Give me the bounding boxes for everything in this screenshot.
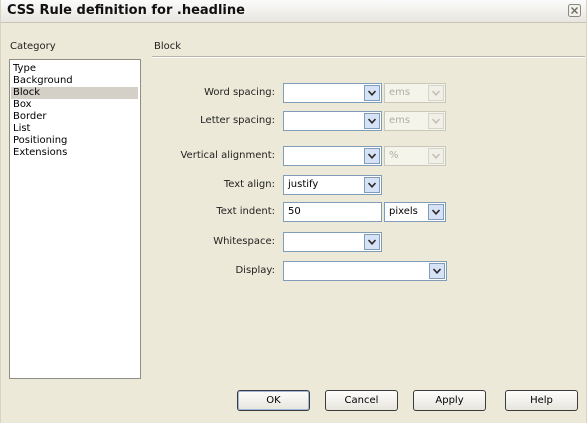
category-item-block[interactable]: Block bbox=[11, 87, 138, 99]
category-item-box[interactable]: Box bbox=[11, 99, 138, 111]
text-align-value: justify bbox=[288, 179, 319, 190]
apply-button[interactable]: Apply bbox=[413, 390, 486, 411]
title-bar[interactable]: CSS Rule definition for .headline bbox=[1, 0, 586, 23]
chevron-down-icon[interactable] bbox=[429, 263, 445, 279]
word-spacing-field[interactable] bbox=[283, 83, 382, 103]
panel-heading: Block bbox=[154, 41, 182, 52]
dialog-title: CSS Rule definition for .headline bbox=[7, 3, 245, 18]
chevron-down-icon bbox=[428, 113, 444, 129]
vertical-alignment-label: Vertical alignment: bbox=[180, 150, 275, 161]
text-align-select[interactable]: justify bbox=[283, 175, 382, 195]
display-label: Display: bbox=[235, 265, 275, 276]
vertical-alignment-unit-select: % bbox=[384, 146, 446, 166]
help-button[interactable]: Help bbox=[505, 390, 578, 411]
display-select[interactable] bbox=[283, 261, 447, 281]
letter-spacing-field[interactable] bbox=[283, 111, 382, 131]
chevron-down-icon[interactable] bbox=[428, 204, 444, 220]
letter-spacing-unit: ems bbox=[389, 115, 411, 126]
letter-spacing-label: Letter spacing: bbox=[200, 115, 275, 126]
text-indent-label: Text indent: bbox=[216, 206, 275, 217]
category-heading: Category bbox=[10, 41, 56, 52]
ok-button[interactable]: OK bbox=[237, 390, 310, 411]
text-align-label: Text align: bbox=[223, 179, 275, 190]
vertical-alignment-unit: % bbox=[389, 150, 399, 161]
whitespace-label: Whitespace: bbox=[213, 236, 275, 247]
word-spacing-unit-select: ems bbox=[384, 83, 446, 103]
category-item-list[interactable]: List bbox=[11, 123, 138, 135]
css-rule-dialog: CSS Rule definition for .headline Catego… bbox=[0, 0, 587, 423]
chevron-down-icon[interactable] bbox=[364, 148, 380, 164]
text-indent-unit: pixels bbox=[389, 206, 418, 217]
word-spacing-label: Word spacing: bbox=[204, 87, 275, 98]
chevron-down-icon[interactable] bbox=[364, 177, 380, 193]
category-item-type[interactable]: Type bbox=[11, 63, 138, 75]
category-item-border[interactable]: Border bbox=[11, 111, 138, 123]
whitespace-select[interactable] bbox=[283, 232, 382, 252]
chevron-down-icon[interactable] bbox=[364, 113, 380, 129]
cancel-button[interactable]: Cancel bbox=[325, 390, 398, 411]
chevron-down-icon[interactable] bbox=[364, 85, 380, 101]
chevron-down-icon bbox=[428, 85, 444, 101]
text-indent-input[interactable]: 50 bbox=[283, 202, 382, 222]
category-list[interactable]: Type Background Block Box Border List Po… bbox=[9, 59, 141, 379]
close-icon[interactable] bbox=[568, 4, 581, 17]
panel-divider bbox=[152, 56, 585, 58]
text-indent-unit-select[interactable]: pixels bbox=[384, 202, 446, 222]
text-indent-value: 50 bbox=[288, 206, 301, 217]
category-item-extensions[interactable]: Extensions bbox=[11, 147, 138, 159]
chevron-down-icon[interactable] bbox=[364, 234, 380, 250]
category-item-background[interactable]: Background bbox=[11, 75, 138, 87]
vertical-alignment-field[interactable] bbox=[283, 146, 382, 166]
letter-spacing-unit-select: ems bbox=[384, 111, 446, 131]
chevron-down-icon bbox=[428, 148, 444, 164]
category-item-positioning[interactable]: Positioning bbox=[11, 135, 138, 147]
word-spacing-unit: ems bbox=[389, 87, 411, 98]
